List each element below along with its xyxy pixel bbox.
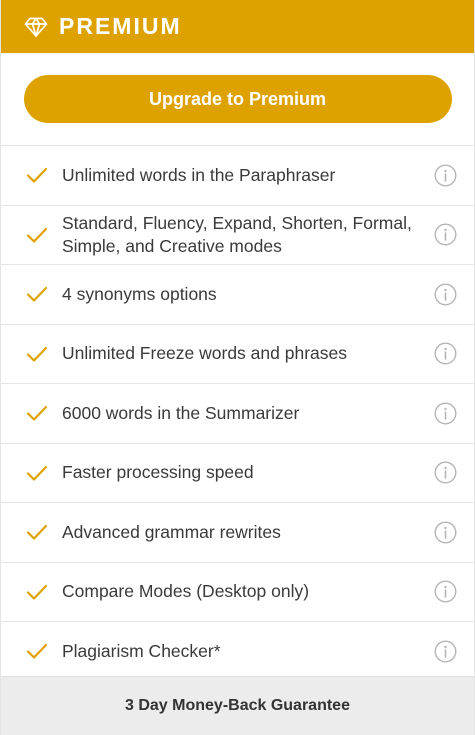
info-icon[interactable] [434, 521, 457, 544]
guarantee-text: 3 Day Money-Back Guarantee [125, 697, 350, 714]
feature-row: Standard, Fluency, Expand, Shorten, Form… [1, 206, 474, 265]
feature-label: Unlimited Freeze words and phrases [62, 343, 347, 364]
feature-label: 4 synonyms options [62, 283, 217, 304]
checkmark-icon [26, 640, 48, 662]
premium-header: PREMIUM [1, 0, 474, 53]
info-icon[interactable] [434, 342, 457, 365]
premium-plan-card: PREMIUM Upgrade to Premium Unlimited wor… [0, 0, 475, 735]
feature-list: Unlimited words in the Paraphraser Standa… [1, 146, 474, 682]
checkmark-icon [26, 164, 48, 186]
checkmark-icon [26, 581, 48, 603]
feature-label: Advanced grammar rewrites [62, 521, 281, 542]
info-icon[interactable] [434, 402, 457, 425]
feature-label: Unlimited words in the Paraphraser [62, 164, 336, 185]
feature-label: Plagiarism Checker* [62, 640, 221, 661]
feature-label: 6000 words in the Summarizer [62, 402, 300, 423]
info-icon[interactable] [434, 283, 457, 306]
info-icon[interactable] [434, 223, 457, 246]
feature-row: Advanced grammar rewrites [1, 503, 474, 563]
checkmark-icon [26, 283, 48, 305]
feature-row: Unlimited words in the Paraphraser [1, 146, 474, 206]
guarantee-footer: 3 Day Money-Back Guarantee [1, 676, 474, 735]
checkmark-icon [26, 224, 48, 246]
checkmark-icon [26, 462, 48, 484]
info-icon[interactable] [434, 461, 457, 484]
upgrade-to-premium-button[interactable]: Upgrade to Premium [23, 75, 452, 123]
feature-row: 6000 words in the Summarizer [1, 384, 474, 444]
feature-row: 4 synonyms options [1, 265, 474, 325]
feature-row: Compare Modes (Desktop only) [1, 563, 474, 622]
diamond-icon [24, 15, 48, 39]
page-title: PREMIUM [59, 13, 182, 39]
feature-label: Compare Modes (Desktop only) [62, 581, 310, 602]
info-icon[interactable] [434, 580, 457, 603]
checkmark-icon [26, 402, 48, 424]
feature-row: Plagiarism Checker* [1, 622, 474, 682]
info-icon[interactable] [434, 640, 457, 663]
feature-row: Unlimited Freeze words and phrases [1, 325, 474, 384]
checkmark-icon [26, 521, 48, 543]
feature-row: Faster processing speed [1, 444, 474, 503]
info-icon[interactable] [434, 164, 457, 187]
cta-section: Upgrade to Premium [1, 53, 474, 146]
feature-label: Faster processing speed [62, 462, 254, 483]
checkmark-icon [26, 343, 48, 365]
feature-label: Standard, Fluency, Expand, Shorten, Form… [62, 212, 412, 256]
